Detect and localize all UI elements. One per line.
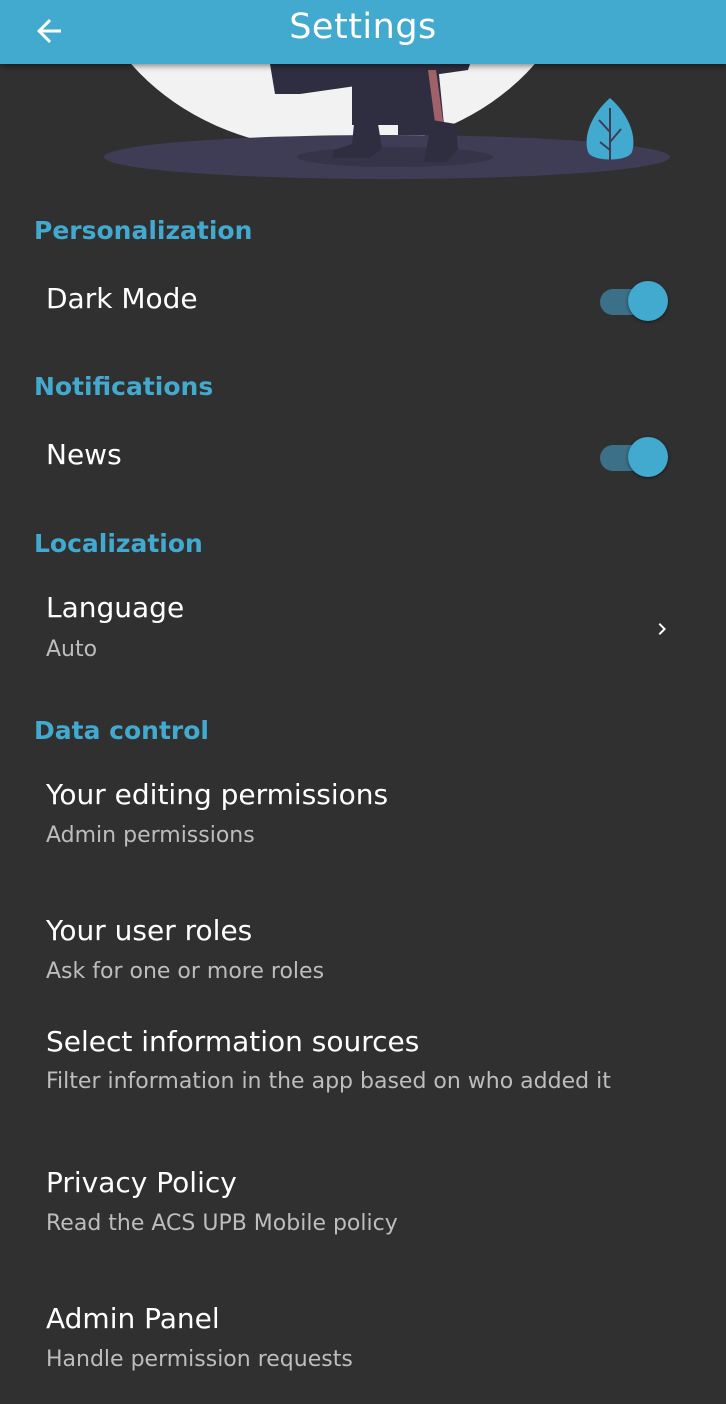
- page-title: Settings: [289, 7, 437, 47]
- language-value: Auto: [46, 637, 98, 662]
- news-label: News: [46, 438, 122, 471]
- section-header-data-control: Data control: [34, 716, 209, 745]
- user-roles-subtitle: Ask for one or more roles: [46, 959, 325, 984]
- language-row[interactable]: Language Auto: [0, 586, 726, 676]
- dark-mode-toggle[interactable]: [600, 281, 668, 321]
- graduation-illustration: [0, 64, 726, 194]
- section-header-localization: Localization: [34, 529, 203, 558]
- editing-permissions-row[interactable]: Your editing permissions Admin permissio…: [0, 774, 726, 864]
- dark-mode-row[interactable]: Dark Mode: [0, 270, 726, 330]
- chevron-right-icon: [658, 623, 666, 635]
- news-toggle[interactable]: [600, 437, 668, 477]
- news-row[interactable]: News: [0, 426, 726, 486]
- information-sources-row[interactable]: Select information sources Filter inform…: [0, 1022, 726, 1134]
- admin-panel-title: Admin Panel: [46, 1302, 220, 1335]
- language-label: Language: [46, 591, 185, 624]
- privacy-policy-row[interactable]: Privacy Policy Read the ACS UPB Mobile p…: [0, 1162, 726, 1252]
- dark-mode-toggle-thumb: [628, 281, 668, 321]
- section-header-personalization: Personalization: [34, 216, 253, 245]
- section-header-notifications: Notifications: [34, 372, 214, 401]
- privacy-policy-subtitle: Read the ACS UPB Mobile policy: [46, 1211, 398, 1236]
- privacy-policy-title: Privacy Policy: [46, 1166, 237, 1199]
- dark-mode-label: Dark Mode: [46, 282, 198, 315]
- user-roles-row[interactable]: Your user roles Ask for one or more role…: [0, 910, 726, 1000]
- app-bar: Settings: [0, 0, 726, 64]
- information-sources-title: Select information sources: [46, 1025, 420, 1058]
- editing-permissions-subtitle: Admin permissions: [46, 823, 255, 848]
- admin-panel-subtitle: Handle permission requests: [46, 1347, 353, 1372]
- editing-permissions-title: Your editing permissions: [46, 778, 389, 811]
- information-sources-subtitle: Filter information in the app based on w…: [46, 1069, 611, 1094]
- news-toggle-thumb: [628, 437, 668, 477]
- admin-panel-row[interactable]: Admin Panel Handle permission requests: [0, 1298, 726, 1388]
- user-roles-title: Your user roles: [46, 914, 253, 947]
